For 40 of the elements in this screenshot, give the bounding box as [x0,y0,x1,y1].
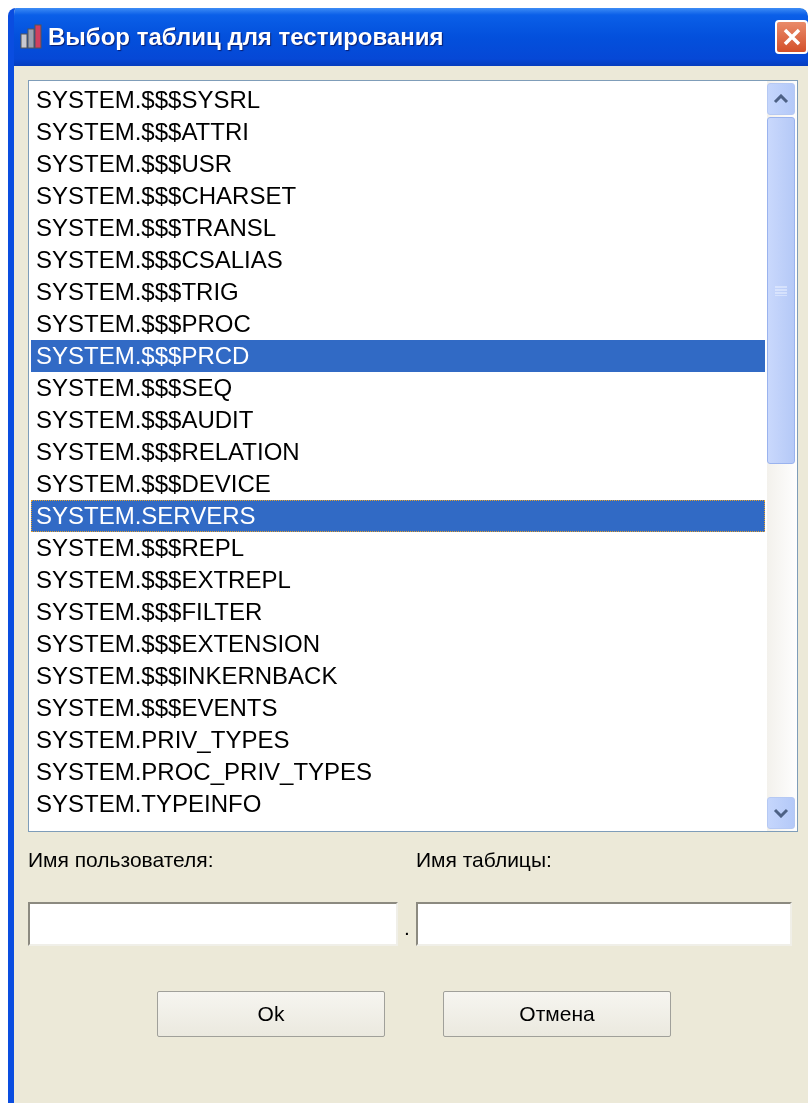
list-item[interactable]: SYSTEM.PROC_PRIV_TYPES [31,756,765,788]
list-item[interactable]: SYSTEM.TYPEINFO [31,788,765,820]
list-item[interactable]: SYSTEM.SERVERS [31,500,765,532]
list-item[interactable]: SYSTEM.PRIV_TYPES [31,724,765,756]
list-item[interactable]: SYSTEM.$$$PRCD [31,340,765,372]
chevron-down-icon [773,808,789,818]
chevron-up-icon [773,94,789,104]
list-item[interactable]: SYSTEM.$$$DEVICE [31,468,765,500]
scroll-down-button[interactable] [767,797,795,829]
separator-text: . [404,915,410,940]
list-item[interactable]: SYSTEM.$$$PROC [31,308,765,340]
list-item[interactable]: SYSTEM.$$$TRIG [31,276,765,308]
input-field[interactable] [416,902,792,946]
window-title: Выбор таблиц для тестирования [48,23,445,51]
list-item[interactable]: SYSTEM.$$$FILTER [31,596,765,628]
scroll-up-button[interactable] [767,83,795,115]
list-item[interactable]: SYSTEM.$$$EXTENSION [31,628,765,660]
list-item[interactable]: SYSTEM.$$$EVENTS [31,692,765,724]
input-field[interactable] [28,902,398,946]
scroll-thumb[interactable] [767,117,795,464]
list-item[interactable]: SYSTEM.$$$SEQ [31,372,765,404]
list-item[interactable]: SYSTEM.$$$TRANSL [31,212,765,244]
grip-icon [775,285,787,296]
list-item[interactable]: SYSTEM.$$$INKERNBACK [31,660,765,692]
list-item[interactable]: SYSTEM.$$$RELATION [31,436,765,468]
close-button[interactable] [775,20,808,54]
list-item[interactable]: SYSTEM.$$$ATTRI [31,116,765,148]
cancel-button[interactable]: Отмена [443,991,671,1037]
list-item[interactable]: SYSTEM.$$$SYSRL [31,84,765,116]
list-item[interactable]: SYSTEM.$$$EXTREPL [31,564,765,596]
app-icon [20,24,42,50]
list-item[interactable]: SYSTEM.$$$CSALIAS [31,244,765,276]
list-item[interactable]: SYSTEM.$$$AUDIT [31,404,765,436]
list-item[interactable]: SYSTEM.$$$USR [31,148,765,180]
list-item[interactable]: SYSTEM.$$$REPL [31,532,765,564]
close-icon [782,28,801,46]
field-label: Имя таблицы: [416,848,552,872]
ok-button[interactable]: Ok [157,991,385,1037]
field-label: Имя пользователя: [28,848,214,872]
list-item[interactable]: SYSTEM.$$$CHARSET [31,180,765,212]
